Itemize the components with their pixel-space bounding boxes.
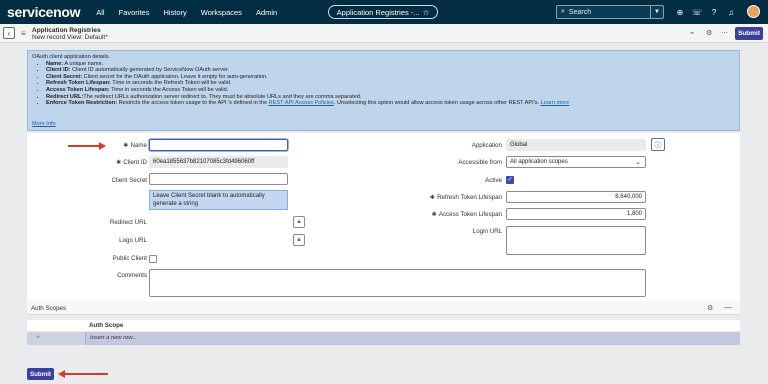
submit-button-top[interactable]: Submit	[735, 27, 763, 40]
accessible-from-label: Accessible from	[458, 159, 502, 166]
active-checkbox[interactable]: ✓	[506, 176, 514, 184]
client-secret-label: Client Secret	[111, 177, 147, 184]
chevron-down-icon: ⌄	[635, 159, 641, 166]
info-item: Client Secret: Client secret for the OAu…	[46, 74, 735, 81]
gear-icon[interactable]: ⚙	[707, 304, 713, 312]
chevron-left-icon: ‹	[7, 28, 11, 38]
insert-row-text: Insert a new row...	[90, 335, 138, 341]
star-icon[interactable]: ☆	[423, 8, 430, 17]
access-token-label: ✱ Access Token Lifespan	[431, 211, 502, 218]
info-item: Enforce Token Restriction: Restricts the…	[46, 100, 735, 107]
required-icon: ✱	[429, 194, 436, 201]
public-client-label: Public Client	[112, 255, 147, 262]
client-id-label: ✱ Client ID	[116, 159, 147, 166]
required-icon: ✱	[431, 211, 437, 218]
more-info-link[interactable]: More Info	[32, 121, 56, 128]
auth-scopes-title: Auth Scopes	[31, 305, 67, 312]
bell-icon[interactable]: ♫	[725, 6, 737, 18]
name-input[interactable]	[149, 139, 288, 151]
info-intro: OAuth client application details.	[32, 54, 111, 60]
info-item: Client ID: Client ID automatically gener…	[46, 67, 735, 74]
accessible-from-value: All application scopes	[510, 159, 568, 165]
form-title-sub: New record View: Default*	[32, 34, 108, 41]
form-body: ✱ Name ✱ Client ID 60ea1855637b82107085c3f…	[27, 133, 740, 303]
user-avatar[interactable]	[747, 5, 760, 18]
logo-url-lock-button[interactable]: 🔒︎	[293, 234, 305, 246]
attachment-icon[interactable]: ⌁	[690, 29, 694, 37]
annotation-arrow-submit	[64, 373, 108, 375]
info-item: Refresh Token Lifespan: Time in seconds …	[46, 80, 735, 87]
auth-scopes-header: Auth Scopes ⚙ —	[27, 301, 740, 315]
form-header: ‹ ≡ Application Registries New record Vi…	[0, 24, 768, 43]
required-icon: ✱	[123, 142, 129, 149]
info-list: Name: A unique name. Client ID: Client I…	[46, 61, 735, 107]
nav-menu: All Favorites History Workspaces Admin	[96, 8, 291, 17]
servicenow-logo[interactable]: servicenow	[7, 4, 81, 20]
info-item: Access Token Lifespan: Time in seconds t…	[46, 87, 735, 94]
nav-item-history[interactable]: History	[163, 8, 186, 17]
search-scope-dropdown[interactable]: ▼	[650, 6, 663, 18]
nav-item-favorites[interactable]: Favorites	[119, 8, 150, 17]
help-icon[interactable]: ?	[708, 6, 720, 18]
checkmark-icon: ✓	[507, 177, 513, 183]
info-icon: ⓘ	[654, 141, 662, 149]
client-secret-input[interactable]	[149, 173, 288, 185]
learn-more-link[interactable]: Learn more	[541, 100, 570, 106]
comments-label: Comments	[117, 272, 147, 279]
more-icon[interactable]: ⋯	[721, 29, 728, 37]
info-item: Redirect URL:The redirect URLs authoriza…	[46, 94, 735, 101]
insert-row: + Insert a new row...	[27, 332, 740, 345]
chat-icon[interactable]: ☏	[691, 6, 703, 18]
annotation-arrowhead-submit	[58, 370, 65, 378]
globe-icon[interactable]: ⊕	[674, 6, 686, 18]
plus-icon[interactable]: +	[36, 334, 40, 341]
auth-scope-column-header: Auth Scope	[27, 320, 740, 331]
form-title: Application Registries New record View: …	[32, 27, 108, 41]
public-client-checkbox[interactable]	[149, 255, 157, 263]
redirect-url-lock-button[interactable]: 🔒︎	[293, 216, 305, 228]
application-info-button[interactable]: ⓘ	[651, 138, 665, 151]
annotation-arrowhead-name	[99, 142, 106, 150]
collapse-icon[interactable]: —	[724, 303, 732, 312]
top-navigation: servicenow All Favorites History Workspa…	[0, 0, 768, 24]
auth-scope-column-label[interactable]: Auth Scope	[89, 322, 123, 329]
client-id-field: 60ea1855637b82107085c3fd496060ff	[149, 156, 288, 168]
form-title-main: Application Registries	[32, 27, 101, 34]
redirect-url-label: Redirect URL	[109, 219, 147, 226]
info-item: Name: A unique name.	[46, 61, 735, 68]
accessible-from-select[interactable]: All application scopes ⌄	[506, 156, 646, 168]
submit-button-bottom[interactable]: Submit	[27, 368, 54, 380]
application-label: Application	[471, 142, 502, 149]
access-token-input[interactable]: 1,800	[506, 208, 646, 220]
active-label: Active	[485, 177, 502, 184]
context-title-pill[interactable]: Application Registries -... ☆	[328, 5, 438, 19]
lock-icon: 🔒︎	[297, 236, 301, 243]
search-icon: ⌕	[561, 8, 565, 15]
logo-url-label: Logo URL	[119, 237, 147, 244]
required-icon: ✱	[116, 159, 122, 166]
lock-icon: 🔒︎	[297, 218, 301, 225]
info-message-box: OAuth client application details. Name: …	[27, 50, 740, 131]
annotation-arrow-name	[68, 145, 100, 147]
search-placeholder: Search	[568, 8, 592, 16]
client-secret-hint: Leave Client Secret blank to automatical…	[149, 190, 288, 210]
nav-item-all[interactable]: All	[96, 8, 104, 17]
nav-item-admin[interactable]: Admin	[256, 8, 277, 17]
context-title-text: Application Registries -...	[336, 7, 420, 17]
insert-row-cell[interactable]: Insert a new row...	[85, 332, 740, 345]
form-menu-icon[interactable]: ≡	[21, 29, 26, 38]
application-field: Global	[506, 139, 646, 151]
back-button[interactable]: ‹	[3, 27, 15, 39]
comments-textarea[interactable]	[149, 269, 646, 297]
refresh-token-label: ✱ Refresh Token Lifespan	[429, 194, 502, 201]
nav-item-workspaces[interactable]: Workspaces	[201, 8, 242, 17]
settings-icon[interactable]: ⚙	[706, 29, 712, 37]
login-url-label: Login URL	[472, 228, 502, 235]
global-search[interactable]: ⌕ Search ▼	[556, 5, 664, 19]
rest-api-policies-link[interactable]: REST API Access Policies	[269, 100, 334, 106]
refresh-token-input[interactable]: 8,640,000	[506, 191, 646, 203]
login-url-textarea[interactable]	[506, 226, 646, 255]
